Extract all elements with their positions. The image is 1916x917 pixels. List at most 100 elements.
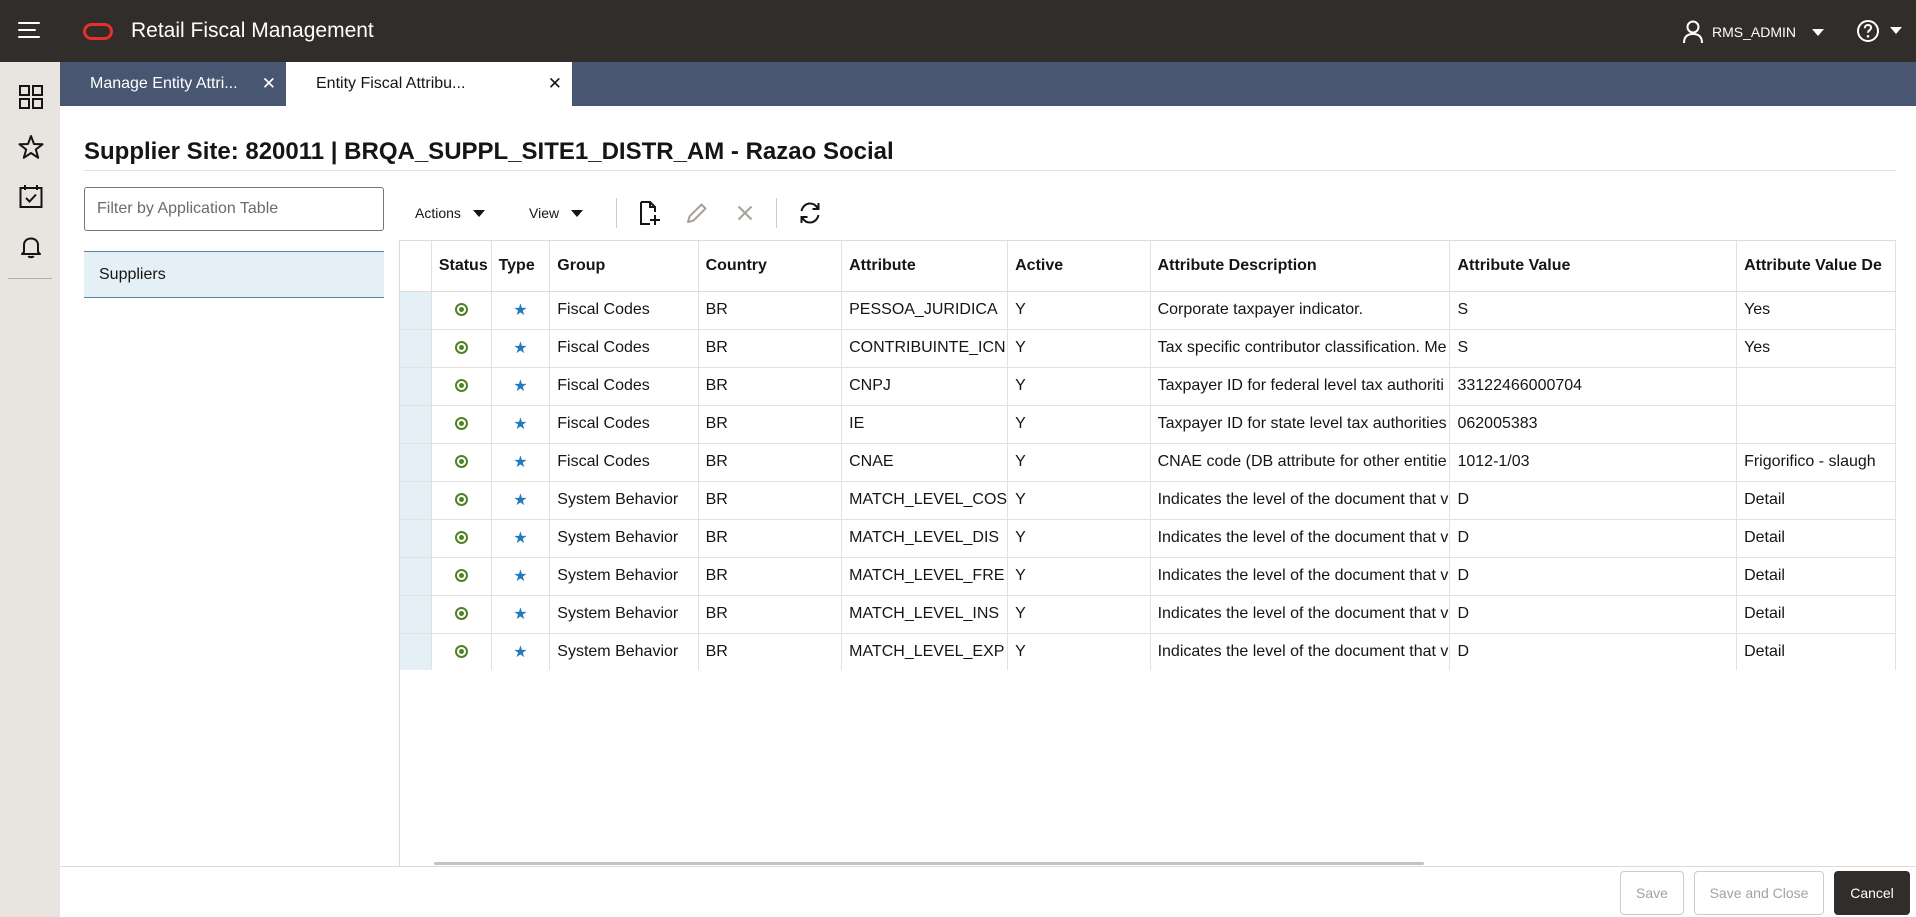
notifications-bell-icon[interactable] (18, 234, 44, 260)
status-active-icon (454, 341, 468, 355)
status-cell (431, 481, 492, 520)
status-cell (431, 595, 492, 634)
cell-description: Indicates the level of the document that… (1150, 595, 1451, 634)
cell-group: Fiscal Codes (549, 329, 699, 368)
list-item-suppliers[interactable]: Suppliers (84, 251, 384, 298)
row-selector[interactable] (400, 443, 432, 482)
tab-entity-fiscal-attributes[interactable]: Entity Fiscal Attribu... ✕ (286, 62, 572, 106)
cell-group: System Behavior (549, 481, 699, 520)
cell-value-desc: Yes (1736, 291, 1896, 330)
save-and-close-button[interactable]: Save and Close (1694, 871, 1824, 915)
cell-value: 1012-1/03 (1449, 443, 1738, 482)
chevron-down-icon (1812, 28, 1825, 36)
dashboard-icon[interactable] (18, 84, 44, 110)
type-cell: ★ (491, 405, 551, 444)
status-active-icon (454, 645, 468, 659)
cell-active: Y (1007, 557, 1151, 596)
column-header-attribute-value[interactable]: Attribute Value (1449, 241, 1738, 292)
cell-country: BR (698, 291, 843, 330)
cell-value: S (1449, 291, 1738, 330)
tasks-calendar-icon[interactable] (18, 184, 44, 210)
type-cell: ★ (491, 633, 551, 670)
type-star-icon: ★ (513, 606, 528, 623)
tab-manage-entity-attributes[interactable]: Manage Entity Attri... ✕ (60, 62, 286, 106)
type-star-icon: ★ (513, 492, 528, 509)
cell-value-desc: Detail (1736, 519, 1896, 558)
table-row[interactable]: ★ System Behavior BR MATCH_LEVEL_DIS Y Indica… (400, 519, 1896, 558)
row-selector[interactable] (400, 481, 432, 520)
row-selector-header (400, 241, 432, 292)
close-icon[interactable]: ✕ (262, 75, 276, 92)
filter-application-table-input[interactable] (84, 187, 384, 231)
horizontal-scrollbar[interactable] (434, 862, 1424, 865)
status-active-icon (454, 493, 468, 507)
row-selector[interactable] (400, 405, 432, 444)
column-header-status[interactable]: Status (431, 241, 492, 292)
cell-attribute: MATCH_LEVEL_EXP (841, 633, 1009, 670)
cell-active: Y (1007, 367, 1151, 406)
close-icon[interactable]: ✕ (548, 75, 562, 92)
cell-value-desc: Yes (1736, 329, 1896, 368)
table-row[interactable]: ★ System Behavior BR MATCH_LEVEL_EXP Y Indica… (400, 633, 1896, 670)
cancel-button[interactable]: Cancel (1834, 871, 1910, 915)
type-star-icon: ★ (513, 378, 528, 395)
table-row[interactable]: ★ Fiscal Codes BR IE Y Taxpayer ID for state … (400, 405, 1896, 444)
status-cell (431, 519, 492, 558)
row-selector[interactable] (400, 595, 432, 634)
type-cell: ★ (491, 557, 551, 596)
cell-attribute: MATCH_LEVEL_COS (841, 481, 1009, 520)
favorites-star-icon[interactable] (18, 134, 44, 160)
row-selector[interactable] (400, 291, 432, 330)
view-menu-button[interactable]: View (529, 203, 584, 223)
rail-divider (8, 278, 52, 279)
row-selector[interactable] (400, 557, 432, 596)
column-header-attribute-description[interactable]: Attribute Description (1150, 241, 1451, 292)
edit-pencil-icon[interactable] (684, 200, 710, 226)
table-row[interactable]: ★ System Behavior BR MATCH_LEVEL_COS Y Indica… (400, 481, 1896, 520)
table-row[interactable]: ★ Fiscal Codes BR CONTRIBUINTE_ICN Y Tax spec… (400, 329, 1896, 368)
row-selector[interactable] (400, 329, 432, 368)
cell-country: BR (698, 633, 843, 670)
type-star-icon: ★ (513, 340, 528, 357)
cell-description: Indicates the level of the document that… (1150, 481, 1451, 520)
help-menu-chevron-icon[interactable] (1890, 27, 1902, 35)
cell-attribute: MATCH_LEVEL_INS (841, 595, 1009, 634)
table-row[interactable]: ★ Fiscal Codes BR CNPJ Y Taxpayer ID for fede… (400, 367, 1896, 406)
cell-description: Tax specific contributor classification.… (1150, 329, 1451, 368)
table-row[interactable]: ★ Fiscal Codes BR PESSOA_JURIDICA Y Corporate… (400, 291, 1896, 330)
type-star-icon: ★ (513, 530, 528, 547)
cell-active: Y (1007, 481, 1151, 520)
column-header-attribute[interactable]: Attribute (841, 241, 1009, 292)
add-document-icon[interactable] (636, 200, 662, 226)
column-header-attribute-value-description[interactable]: Attribute Value De (1736, 241, 1896, 292)
cell-country: BR (698, 367, 843, 406)
table-row[interactable]: ★ Fiscal Codes BR CNAE Y CNAE code (DB attrib… (400, 443, 1896, 482)
column-header-group[interactable]: Group (549, 241, 699, 292)
row-selector[interactable] (400, 519, 432, 558)
column-header-country[interactable]: Country (698, 241, 843, 292)
cell-description: Indicates the level of the document that… (1150, 519, 1451, 558)
row-selector[interactable] (400, 633, 432, 670)
help-icon[interactable] (1856, 19, 1880, 48)
cell-active: Y (1007, 519, 1151, 558)
table-row[interactable]: ★ System Behavior BR MATCH_LEVEL_INS Y Indica… (400, 595, 1896, 634)
cell-description: Corporate taxpayer indicator. (1150, 291, 1451, 330)
cell-value-desc: Frigorifico - slaugh (1736, 443, 1896, 482)
cell-description: CNAE code (DB attribute for other entiti… (1150, 443, 1451, 482)
cell-value-desc: Detail (1736, 481, 1896, 520)
title-divider (84, 170, 1896, 171)
delete-x-icon[interactable] (732, 200, 758, 226)
status-active-icon (454, 569, 468, 583)
table-row[interactable]: ★ System Behavior BR MATCH_LEVEL_FRE Y Indica… (400, 557, 1896, 596)
save-button[interactable]: Save (1620, 871, 1684, 915)
actions-menu-button[interactable]: Actions (415, 203, 485, 223)
cell-value: D (1449, 595, 1738, 634)
refresh-icon[interactable] (797, 200, 823, 226)
cell-group: Fiscal Codes (549, 443, 699, 482)
column-header-active[interactable]: Active (1007, 241, 1151, 292)
column-header-type[interactable]: Type (491, 241, 551, 292)
row-selector[interactable] (400, 367, 432, 406)
oracle-logo-icon (83, 23, 113, 40)
hamburger-menu-icon[interactable] (18, 20, 44, 42)
user-menu[interactable]: RMS_ADMIN (1682, 18, 1825, 46)
